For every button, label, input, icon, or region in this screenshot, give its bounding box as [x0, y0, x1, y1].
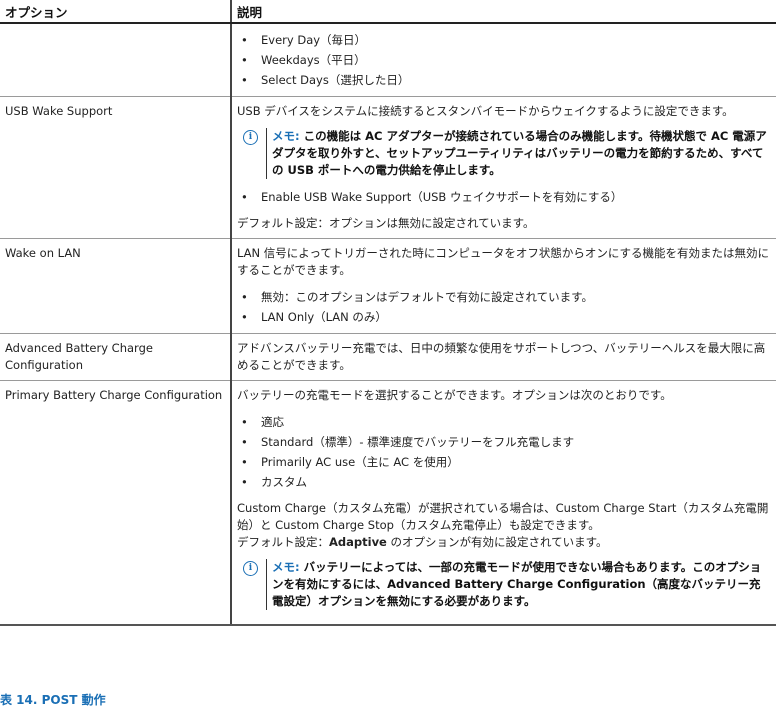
list-item: Enable USB Wake Support（USB ウェイクサポートを有効に… — [237, 187, 771, 207]
option-list: Every Day（毎日） Weekdays（平日） Select Days（選… — [237, 30, 771, 90]
table-row: Advanced Battery Charge Configuration アド… — [0, 333, 776, 381]
note-label: メモ: — [272, 129, 300, 143]
settings-table: オプション 説明 Every Day（毎日） Weekdays（平日） Sele… — [0, 0, 776, 626]
list-item: 適応 — [237, 412, 771, 432]
custom-charge-text: Custom Charge（カスタム充電）が選択されている場合は、Custom … — [237, 501, 769, 532]
list-item: LAN Only（LAN のみ） — [237, 307, 771, 327]
option-cell — [0, 23, 231, 97]
description-cell: USB デバイスをシステムに接続するとスタンバイモードからウェイクするように設定… — [230, 96, 776, 239]
table-caption: 表 14. POST 動作 — [0, 693, 106, 707]
note-box: i メモ: この機能は AC アダプターが接続されている場合のみ機能します。待機… — [241, 128, 771, 179]
list-item: Standard（標準）- 標準速度でバッテリーをフル充電します — [237, 432, 771, 452]
table-row: USB Wake Support USB デバイスをシステムに接続するとスタンバ… — [0, 96, 776, 239]
option-list: 無効：このオプションはデフォルトで有効に設定されています。 LAN Only（L… — [237, 287, 771, 327]
list-item: Select Days（選択した日） — [237, 70, 771, 90]
description-cell: アドバンスバッテリー充電では、日中の頻繁な使用をサポートしつつ、バッテリーヘルス… — [230, 333, 776, 381]
note-body: メモ: この機能は AC アダプターが接続されている場合のみ機能します。待機状態… — [266, 128, 771, 179]
description-text: USB デバイスをシステムに接続するとスタンバイモードからウェイクするように設定… — [237, 104, 734, 118]
note-text: この機能は AC アダプターが接続されている場合のみ機能します。待機状態で AC… — [272, 129, 767, 177]
description-cell: バッテリーの充電モードを選択することができます。オプションは次のとおりです。 適… — [230, 380, 776, 626]
note-label: メモ: — [272, 560, 300, 574]
description-cell: Every Day（毎日） Weekdays（平日） Select Days（選… — [230, 23, 776, 97]
option-list: 適応 Standard（標準）- 標準速度でバッテリーをフル充電します Prim… — [237, 412, 771, 492]
default-setting: デフォルト設定：オプションは無効に設定されています。 — [237, 216, 535, 230]
description-text: アドバンスバッテリー充電では、日中の頻繁な使用をサポートしつつ、バッテリーヘルス… — [237, 341, 766, 372]
table-row: Wake on LAN LAN 信号によってトリガーされた時にコンピュータをオフ… — [0, 238, 776, 334]
info-icon: i — [243, 561, 258, 576]
default-suffix: のオプションが有効に設定されています。 — [386, 535, 608, 549]
option-list: Enable USB Wake Support（USB ウェイクサポートを有効に… — [237, 187, 771, 207]
header-description: 説明 — [230, 0, 776, 24]
default-value: Adaptive — [329, 535, 387, 549]
default-setting: デフォルト設定：Adaptive のオプションが有効に設定されています。 — [237, 534, 771, 551]
option-cell: Advanced Battery Charge Configuration — [0, 333, 231, 381]
table-header-row: オプション 説明 — [0, 0, 776, 24]
header-option: オプション — [0, 0, 231, 24]
info-icon: i — [243, 130, 258, 145]
list-item: Primarily AC use（主に AC を使用） — [237, 452, 771, 472]
table-row: Every Day（毎日） Weekdays（平日） Select Days（選… — [0, 23, 776, 97]
list-item: Weekdays（平日） — [237, 50, 771, 70]
description-text: LAN 信号によってトリガーされた時にコンピュータをオフ状態からオンにする機能を… — [237, 246, 769, 277]
default-prefix: デフォルト設定： — [237, 535, 329, 549]
list-item: 無効：このオプションはデフォルトで有効に設定されています。 — [237, 287, 771, 307]
option-cell: USB Wake Support — [0, 96, 231, 239]
option-cell: Wake on LAN — [0, 238, 231, 334]
note-text: バッテリーによっては、一部の充電モードが使用できない場合もあります。このオプショ… — [272, 560, 762, 608]
note-body: メモ: バッテリーによっては、一部の充電モードが使用できない場合もあります。この… — [266, 559, 771, 610]
description-text: バッテリーの充電モードを選択することができます。オプションは次のとおりです。 — [237, 388, 672, 402]
option-cell: Primary Battery Charge Configuration — [0, 380, 231, 626]
note-box: i メモ: バッテリーによっては、一部の充電モードが使用できない場合もあります。… — [241, 559, 771, 610]
list-item: カスタム — [237, 472, 771, 492]
table-row: Primary Battery Charge Configuration バッテ… — [0, 380, 776, 626]
list-item: Every Day（毎日） — [237, 30, 771, 50]
description-cell: LAN 信号によってトリガーされた時にコンピュータをオフ状態からオンにする機能を… — [230, 238, 776, 334]
